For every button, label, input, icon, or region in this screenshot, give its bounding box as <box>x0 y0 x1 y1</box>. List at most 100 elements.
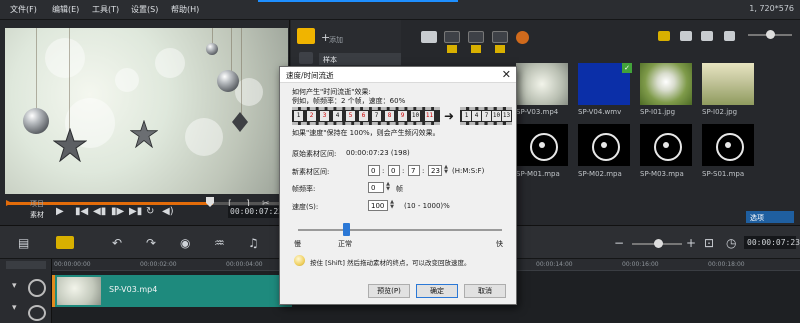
film-frame: 6 <box>359 111 368 121</box>
frame-rate-input[interactable]: 0 <box>368 182 384 193</box>
film-frame: 3 <box>320 111 329 121</box>
ok-button[interactable]: 确定 <box>416 284 458 298</box>
duration-spinner[interactable]: ▲ ▼ <box>443 165 449 176</box>
folder-open-icon[interactable] <box>421 31 437 43</box>
repeat-icon[interactable]: ↻ <box>146 206 154 217</box>
film-strip-result: 1 4 7 10 13 <box>460 107 512 125</box>
check-icon: ✓ <box>622 63 632 73</box>
menu-help[interactable]: 帮助(H) <box>171 4 199 15</box>
time-separator: : <box>382 167 385 175</box>
media-thumb[interactable] <box>640 124 692 166</box>
ruler-tick: 00:00:14:00 <box>536 261 573 268</box>
thumbnail-view-icon[interactable] <box>680 31 692 41</box>
end-icon[interactable]: ▶▮ <box>129 206 142 217</box>
close-icon[interactable]: ✕ <box>502 68 511 81</box>
add-folder-label[interactable]: 添加 <box>329 35 343 45</box>
arrow-right-icon: ➜ <box>444 109 455 123</box>
timeline-timecode[interactable]: 00:00:07:23 <box>744 236 800 249</box>
film-frame: 1 <box>462 111 471 121</box>
show-videos-icon[interactable] <box>444 31 460 53</box>
media-thumb[interactable] <box>640 63 692 105</box>
volume-icon[interactable]: ◀) <box>162 206 174 217</box>
play-icon[interactable]: ▶ <box>56 206 64 217</box>
dialog-title-bar[interactable]: 速度/时间流逝 ✕ <box>280 67 516 83</box>
duration-icon[interactable]: ◷ <box>726 236 736 250</box>
import-icon[interactable] <box>724 31 735 41</box>
prev-frame-icon[interactable]: ◀▮ <box>93 206 106 217</box>
online-media-icon[interactable] <box>516 31 529 44</box>
new-duration-minutes[interactable]: 0 <box>388 165 400 176</box>
time-separator: : <box>422 167 425 175</box>
redo-icon[interactable]: ↷ <box>146 236 156 250</box>
ruler-tick: 00:00:18:00 <box>708 261 745 268</box>
track-visible-icon[interactable]: ▾ <box>12 303 17 313</box>
project-mode-label[interactable]: 项目 <box>30 199 44 209</box>
folder-item-samples[interactable]: 样本 <box>319 53 401 65</box>
instant-project-icon[interactable] <box>299 52 313 64</box>
film-strip-original: 1 2 3 4 5 6 7 8 9 10 11 <box>292 107 440 125</box>
next-frame-icon[interactable]: ▮▶ <box>111 206 124 217</box>
media-thumb[interactable]: ✓ <box>578 63 632 105</box>
show-photos-icon[interactable] <box>468 31 484 53</box>
speed-slider-knob[interactable] <box>343 223 350 236</box>
options-tab[interactable]: 选项 <box>746 211 794 223</box>
film-frame: 1 <box>294 111 303 121</box>
film-frame: 7 <box>372 111 381 121</box>
record-capture-icon[interactable]: ◉ <box>180 236 190 250</box>
track-visible-icon[interactable]: ▾ <box>12 281 17 291</box>
list-view-icon[interactable] <box>658 31 670 41</box>
speed-spinner[interactable]: ▲ ▼ <box>389 200 395 211</box>
preview-timecode[interactable]: 00:00:07:23 <box>228 206 286 218</box>
media-thumb[interactable] <box>702 63 754 105</box>
timeline-view-icon[interactable] <box>56 236 74 249</box>
storyboard-view-icon[interactable]: ▤ <box>18 236 29 250</box>
new-duration-hours[interactable]: 0 <box>368 165 380 176</box>
preview-video[interactable] <box>5 28 288 194</box>
track-manager-button[interactable] <box>6 261 46 269</box>
fit-project-icon[interactable]: ⊡ <box>704 236 714 250</box>
new-duration-frames[interactable]: 23 <box>428 165 442 176</box>
media-library-icon[interactable] <box>297 28 315 44</box>
media-thumb[interactable] <box>578 124 630 166</box>
zoom-out-icon[interactable]: − <box>614 236 624 250</box>
home-icon[interactable]: ▮◀ <box>75 206 88 217</box>
timeline-clip[interactable]: SP-V03.mp4 <box>52 275 292 307</box>
sound-mixer-icon[interactable]: ♒ <box>214 236 225 250</box>
strobe-note: 如果"速度"保持在 100%，则会产生频闪效果。 <box>292 129 440 137</box>
film-frame: 5 <box>346 111 355 121</box>
film-frame: 13 <box>502 111 511 121</box>
trim-start-marker[interactable] <box>6 200 12 206</box>
cancel-button[interactable]: 取消 <box>464 284 506 298</box>
preview-button[interactable]: 预览(P) <box>368 284 410 298</box>
clip-mode-label[interactable]: 素材 <box>30 210 44 220</box>
sort-icon[interactable] <box>701 31 713 41</box>
scrub-playhead[interactable] <box>206 197 214 207</box>
auto-music-icon[interactable]: ♫ <box>248 236 259 250</box>
menu-file[interactable]: 文件(F) <box>10 4 37 15</box>
original-duration-value: 00:00:07:23 (198) <box>346 149 410 157</box>
menu-edit[interactable]: 编辑(E) <box>52 4 79 15</box>
media-thumb[interactable] <box>516 63 568 105</box>
zoom-in-icon[interactable]: + <box>686 236 696 250</box>
clip-name: SP-V03.mp4 <box>109 285 158 294</box>
film-frame: 10 <box>411 111 420 121</box>
media-thumb[interactable] <box>702 124 754 166</box>
time-separator: : <box>402 167 405 175</box>
media-thumb[interactable] <box>516 124 568 166</box>
new-duration-seconds[interactable]: 7 <box>408 165 420 176</box>
film-frame: 4 <box>472 111 481 121</box>
timeline-zoom-slider[interactable] <box>632 239 682 248</box>
undo-icon[interactable]: ↶ <box>112 236 122 250</box>
ruler-tick: 00:00:16:00 <box>622 261 659 268</box>
film-frame: 7 <box>482 111 491 121</box>
menu-tools[interactable]: 工具(T) <box>92 4 119 15</box>
thumbnail-size-slider[interactable] <box>748 30 792 39</box>
star-ornament <box>53 128 87 162</box>
menu-settings[interactable]: 设置(S) <box>131 4 158 15</box>
frame-rate-spinner[interactable]: ▲ ▼ <box>385 182 391 193</box>
show-audio-icon[interactable] <box>492 31 508 53</box>
resolution-readout: 1, 720*576 <box>749 4 794 13</box>
tip-bulb-icon <box>294 255 305 266</box>
speed-slider-track[interactable] <box>298 229 502 231</box>
speed-input[interactable]: 100 <box>368 200 388 211</box>
